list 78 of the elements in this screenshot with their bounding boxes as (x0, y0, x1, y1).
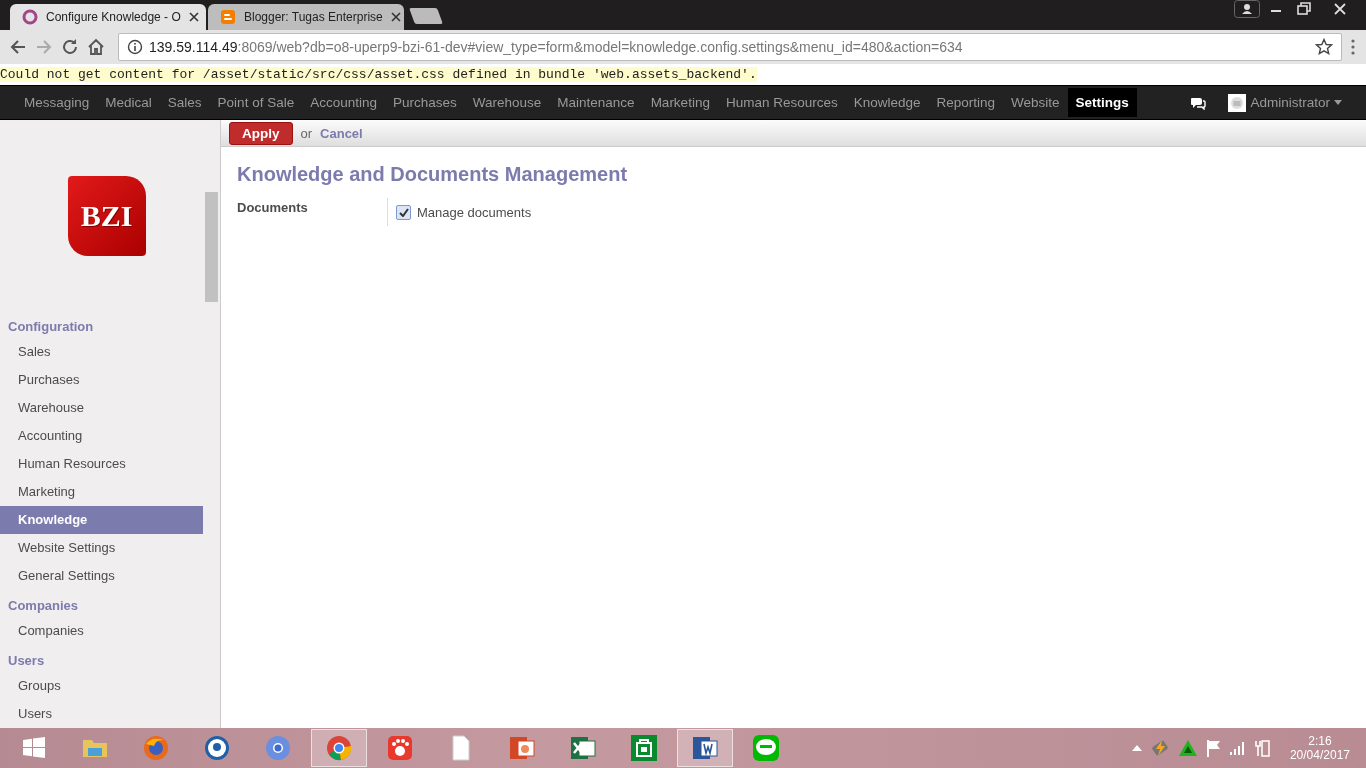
browser-tab[interactable]: Blogger: Tugas Enterprise (208, 4, 404, 30)
word-document-icon (691, 734, 719, 762)
menu-item[interactable]: Messaging (16, 88, 98, 117)
menu-item[interactable]: Point of Sale (209, 88, 303, 117)
sidebar-item[interactable]: Companies (0, 617, 203, 645)
chevron-up-icon[interactable] (1131, 744, 1142, 752)
browser-icon (325, 734, 353, 762)
user-name: Administrator (1250, 95, 1330, 110)
warning-message: Could not get content for /asset/static/src/css/asset.css defined in bundle 'web.assets_backend'. (0, 67, 757, 82)
menu-item[interactable]: Medical (97, 88, 160, 117)
address-bar[interactable]: 139.59.114.49:8069/web?db=o8-uperp9-bzi-61-dev#view_type=form&model=knowledge.config.settings&menu_id=480&action=634 (118, 33, 1342, 61)
menu-item[interactable]: Reporting (928, 88, 1004, 117)
page-icon (220, 9, 236, 25)
speech-bubble-icon (752, 734, 780, 762)
footprint-icon (386, 734, 414, 762)
browser-tab[interactable]: Configure Knowledge - O (10, 4, 206, 30)
menu-item[interactable]: Sales (159, 88, 210, 117)
menu-item[interactable]: Warehouse (464, 88, 550, 117)
signal-icon[interactable] (1229, 741, 1246, 755)
section-heading: Companies (7, 597, 80, 615)
avatar-icon (1228, 93, 1247, 112)
menu-item[interactable]: Purchases (384, 88, 465, 117)
menu-item[interactable]: Accounting (302, 88, 385, 117)
or-text: or (300, 125, 313, 141)
battery-icon[interactable] (1253, 738, 1270, 758)
sidebar-item[interactable]: General Settings (0, 562, 203, 590)
disc-icon (203, 734, 231, 762)
checkbox[interactable] (396, 204, 411, 220)
scrollbar[interactable] (203, 120, 220, 728)
section-heading: Configuration (7, 318, 95, 336)
presentation-icon (508, 734, 536, 762)
field-label: Documents (237, 199, 309, 217)
taskbar-button[interactable] (311, 729, 367, 767)
tab-title: Configure Knowledge - O (46, 10, 181, 24)
sidebar-item[interactable]: Groups (0, 672, 203, 700)
flag-icon[interactable] (1205, 739, 1222, 757)
menu-item[interactable]: Settings (1067, 88, 1137, 117)
menu-item[interactable]: Maintenance (549, 88, 643, 117)
ring-icon (22, 9, 38, 25)
sidebar-item[interactable]: Human Resources (0, 450, 203, 478)
new-tab-button[interactable] (409, 8, 443, 24)
caret-icon (1334, 100, 1342, 105)
triangle-icon[interactable] (1177, 739, 1198, 757)
checkbox-label: Manage documents (417, 204, 532, 220)
cancel-link[interactable]: Cancel (320, 125, 363, 141)
close-icon[interactable] (188, 12, 199, 22)
taskbar-button[interactable] (677, 729, 733, 767)
section-heading: Users (7, 652, 46, 670)
info-icon (127, 39, 143, 55)
apply-button[interactable]: Apply (229, 121, 293, 145)
sidebar-item[interactable]: Knowledge (0, 506, 203, 534)
sidebar-item[interactable]: Sales (0, 338, 203, 366)
sidebar-item[interactable]: Accounting (0, 422, 203, 450)
star-icon[interactable] (1315, 38, 1333, 56)
spreadsheet-icon (569, 734, 597, 762)
chat-icon[interactable] (1190, 95, 1207, 110)
tab-title: Blogger: Tugas Enterprise (244, 10, 383, 24)
checkmark-icon (398, 207, 409, 217)
logo-drawing: BZI (67, 175, 146, 256)
sidebar-item[interactable]: Marketing (0, 478, 203, 506)
menu-item[interactable]: Website (1003, 88, 1068, 117)
sidebar-item[interactable]: Purchases (0, 366, 203, 394)
sidebar-item[interactable]: Website Settings (0, 534, 203, 562)
circle-icon (264, 734, 292, 762)
menu-item[interactable]: Marketing (642, 88, 718, 117)
globe-icon (142, 734, 170, 762)
shopping-bag-icon (630, 734, 658, 762)
user-menu[interactable]: Administrator (1206, 93, 1366, 112)
reload-icon[interactable] (60, 37, 80, 57)
close-icon[interactable] (390, 12, 401, 22)
sidebar-item[interactable]: Users (0, 700, 203, 728)
url-text: 139.59.114.49:8069/web?db=o8-uperp9-bzi-61-dev#view_type=form&model=knowledge.config.settings&menu_id=480&action=634 (149, 39, 963, 55)
form-title: Knowledge and Documents Management (237, 163, 629, 186)
sidebar-item[interactable]: Warehouse (0, 394, 203, 422)
menu-item[interactable]: Knowledge (845, 88, 929, 117)
profile-icon[interactable] (1234, 0, 1260, 18)
menu-item[interactable]: Human Resources (717, 88, 846, 117)
home-icon[interactable] (86, 37, 106, 57)
